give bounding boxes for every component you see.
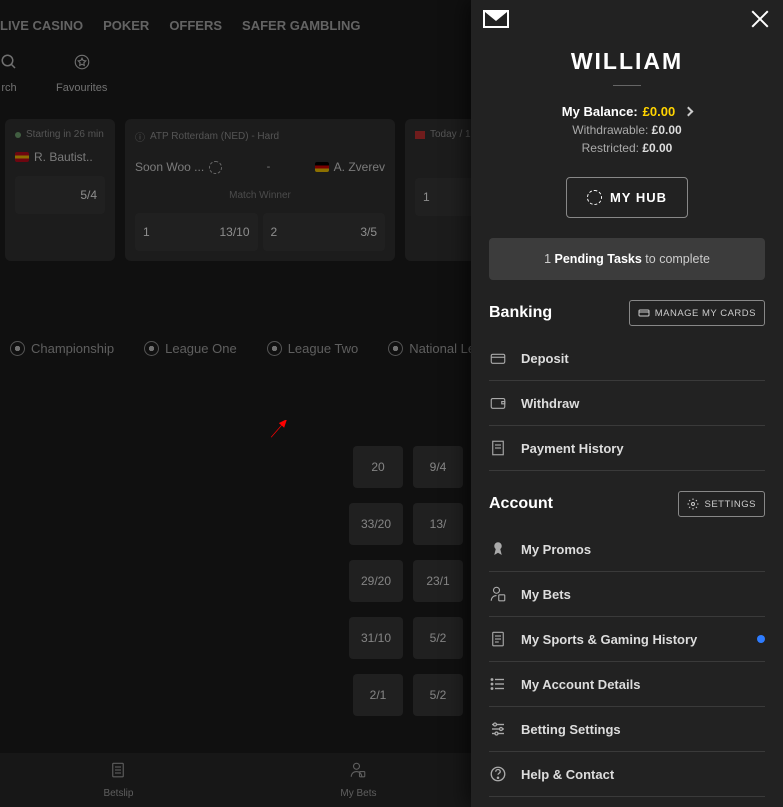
my-hub-button[interactable]: MY HUB — [566, 177, 688, 218]
help-contact-item[interactable]: Help & Contact — [489, 752, 765, 797]
odds-cell[interactable]: 5/2 — [413, 674, 463, 716]
receipt-icon — [489, 439, 507, 457]
nav-item[interactable]: LIVE CASINO — [0, 18, 83, 33]
sports-gaming-history-item[interactable]: My Sports & Gaming History — [489, 617, 765, 662]
wallet-icon — [489, 394, 507, 412]
match-card[interactable]: ⓘATP Rotterdam (NED) - Hard Soon Woo ...… — [125, 119, 395, 261]
star-icon — [56, 51, 107, 77]
divider — [613, 85, 641, 86]
person-icon — [340, 761, 376, 785]
odds-button[interactable]: 113/10 — [135, 213, 258, 251]
odds-cell[interactable]: 33/20 — [349, 503, 403, 545]
odds-cell[interactable]: 23/1 — [413, 560, 463, 602]
deposit-item[interactable]: Deposit — [489, 336, 765, 381]
deposit-icon — [489, 349, 507, 367]
history-icon — [489, 630, 507, 648]
chevron-right-icon — [684, 107, 694, 117]
settings-button[interactable]: SETTINGS — [678, 491, 765, 517]
account-panel: WILLIAM My Balance: £0.00 Withdrawable: … — [471, 0, 783, 807]
mail-icon[interactable] — [483, 10, 509, 28]
nav-item[interactable]: OFFERS — [169, 18, 222, 33]
payment-history-item[interactable]: Payment History — [489, 426, 765, 471]
my-promos-item[interactable]: My Promos — [489, 527, 765, 572]
my-bets-button[interactable]: My Bets — [340, 761, 376, 799]
odds-button[interactable]: 5/4 — [15, 176, 105, 214]
account-section-title: Account — [489, 495, 553, 513]
betslip-icon — [103, 761, 133, 785]
search-icon — [0, 51, 18, 77]
search-button[interactable]: rch — [0, 51, 18, 94]
ribbon-icon — [489, 540, 507, 558]
league-icon — [10, 341, 25, 356]
favourites-button[interactable]: Favourites — [56, 51, 107, 94]
nav-item[interactable]: SAFER GAMBLING — [242, 18, 360, 33]
manage-cards-button[interactable]: MANAGE MY CARDS — [629, 300, 765, 326]
balance-row[interactable]: My Balance: £0.00 — [471, 104, 783, 119]
odds-cell[interactable]: 31/10 — [349, 617, 403, 659]
league-icon — [388, 341, 403, 356]
card-icon — [638, 307, 650, 319]
withdrawable-row: Withdrawable: £0.00 — [471, 123, 783, 137]
league-icon — [144, 341, 159, 356]
person-check-icon — [489, 585, 507, 603]
odds-cell[interactable]: 5/2 — [413, 617, 463, 659]
withdraw-item[interactable]: Withdraw — [489, 381, 765, 426]
spinner-icon — [209, 161, 222, 174]
restricted-row: Restricted: £0.00 — [471, 141, 783, 155]
list-icon — [489, 675, 507, 693]
nav-item[interactable]: POKER — [103, 18, 149, 33]
balance-value: £0.00 — [643, 104, 676, 119]
my-bets-item[interactable]: My Bets — [489, 572, 765, 617]
league-icon — [267, 341, 282, 356]
close-icon[interactable] — [749, 8, 771, 30]
betting-settings-item[interactable]: Betting Settings — [489, 707, 765, 752]
banking-section-title: Banking — [489, 304, 552, 322]
odds-cell[interactable]: 9/4 — [413, 446, 463, 488]
odds-cell[interactable]: 13/ — [413, 503, 463, 545]
match-card[interactable]: Starting in 26 min R. Bautist.. 5/4 — [5, 119, 115, 261]
odds-cell[interactable]: 20 — [353, 446, 403, 488]
odds-button[interactable]: 23/5 — [263, 213, 386, 251]
gear-icon — [687, 498, 699, 510]
bottom-nav: Betslip My Bets — [0, 753, 480, 807]
username-label: WILLIAM — [471, 48, 783, 75]
help-icon — [489, 765, 507, 783]
my-account-details-item[interactable]: My Account Details — [489, 662, 765, 707]
betslip-button[interactable]: Betslip — [103, 761, 133, 799]
notification-dot — [757, 635, 765, 643]
league-tab[interactable]: Championship — [10, 341, 114, 356]
info-icon: ⓘ — [135, 129, 145, 144]
pending-tasks-bar[interactable]: 1 Pending Tasks to complete — [489, 238, 765, 280]
odds-cell[interactable]: 2/1 — [353, 674, 403, 716]
sliders-icon — [489, 720, 507, 738]
league-tab[interactable]: League One — [144, 341, 237, 356]
odds-cell[interactable]: 29/20 — [349, 560, 403, 602]
league-tab[interactable]: League Two — [267, 341, 359, 356]
hub-icon — [587, 190, 602, 205]
